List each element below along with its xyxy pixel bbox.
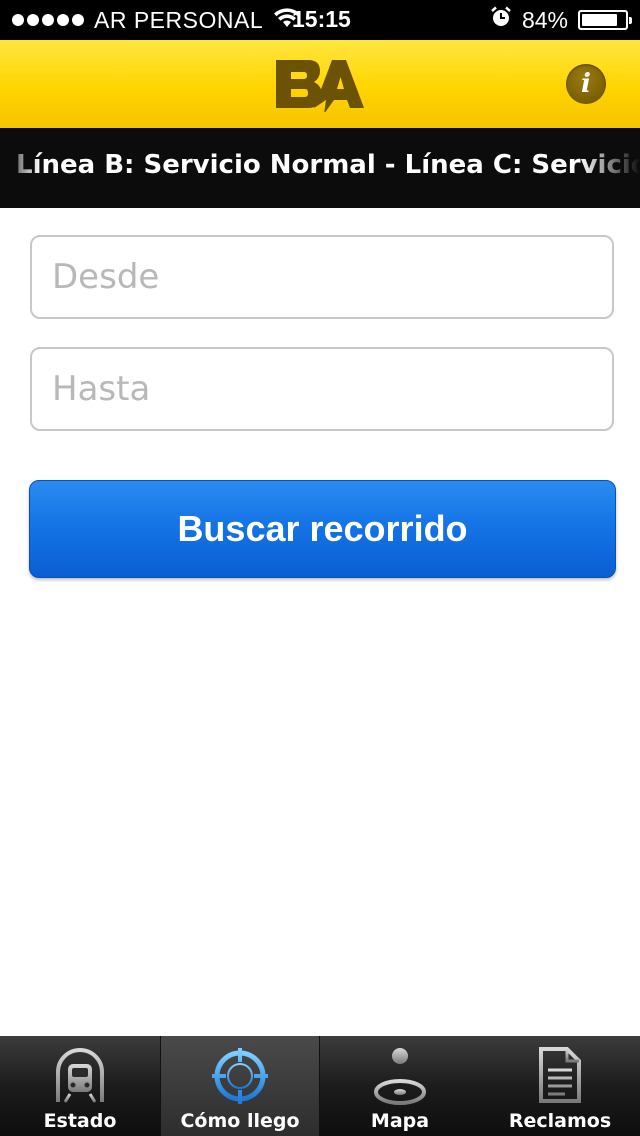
tab-reclamos[interactable]: Reclamos	[480, 1036, 640, 1136]
tab-estado[interactable]: Estado	[0, 1036, 160, 1136]
train-icon	[56, 1048, 104, 1103]
tab-label: Reclamos	[508, 1110, 612, 1132]
clock: 15:15	[292, 6, 351, 32]
map-pin-icon	[374, 1048, 426, 1105]
service-status-ticker: Línea B: Servicio Normal - Línea C: Serv…	[0, 128, 640, 208]
app-header: BA i	[0, 40, 640, 129]
tab-label: Estado	[43, 1110, 117, 1132]
tab-mapa[interactable]: Mapa	[320, 1036, 480, 1136]
ba-logo: BA	[276, 60, 364, 112]
battery-percentage: 84%	[521, 6, 568, 33]
ticker-text: Línea B: Servicio Normal - Línea C: Serv…	[16, 150, 640, 180]
to-input[interactable]	[30, 347, 614, 431]
status-bar: AR PERSONAL 15:15 84%	[0, 0, 640, 40]
ticker-fade-left	[0, 128, 40, 208]
tab-como-llego[interactable]: Cómo llego	[160, 1036, 320, 1136]
alarm-icon	[490, 6, 512, 34]
tab-label: Cómo llego	[180, 1110, 300, 1132]
document-icon	[539, 1047, 581, 1103]
battery-icon	[578, 10, 632, 30]
info-button[interactable]: i	[566, 64, 606, 104]
tab-bar: Estado Cómo llego Mapa Reclamos	[0, 1036, 640, 1136]
from-input[interactable]	[30, 235, 614, 319]
tab-label: Mapa	[370, 1110, 430, 1132]
crosshair-icon	[212, 1048, 268, 1104]
ticker-fade-right	[580, 128, 640, 208]
search-route-button[interactable]: Buscar recorrido	[29, 480, 616, 578]
carrier-name: AR PERSONAL	[94, 6, 264, 33]
signal-strength-icon	[12, 14, 84, 26]
